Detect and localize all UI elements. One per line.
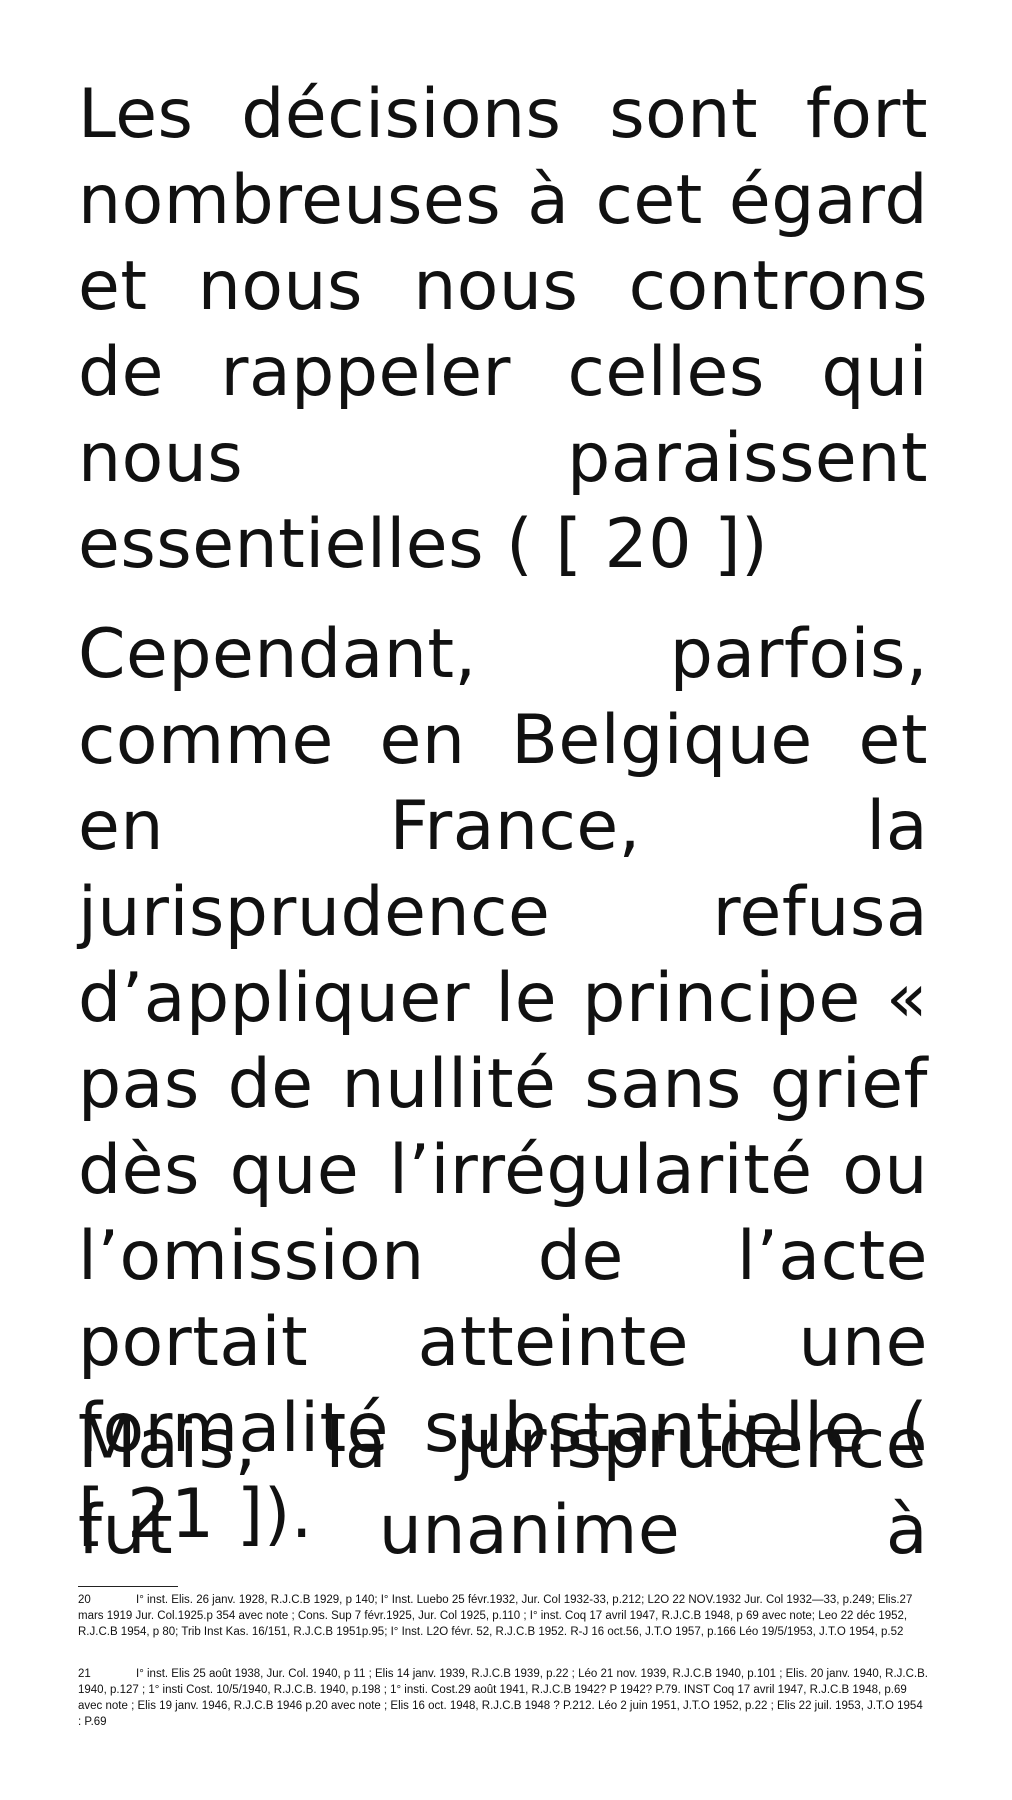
footnote-number: 20	[78, 1594, 91, 1606]
footnote-21: 21 I° inst. Elis 25 août 1938, Jur. Col. …	[78, 1666, 928, 1730]
body-paragraph-3: Mais, la jurisprudence fut unanime à pro…	[78, 1405, 928, 1570]
footnote-text: I° inst. Elis 25 août 1938, Jur. Col. 19…	[78, 1668, 928, 1728]
footnote-number: 21	[78, 1668, 91, 1680]
footnote-text: I° inst. Elis. 26 janv. 1928, R.J.C.B 19…	[78, 1594, 913, 1638]
footnote-separator	[78, 1586, 178, 1587]
body-paragraph-1: Les décisions sont fort nombreuses à cet…	[78, 75, 928, 584]
footnote-20: 20 I° inst. Elis. 26 janv. 1928, R.J.C.B …	[78, 1592, 928, 1640]
